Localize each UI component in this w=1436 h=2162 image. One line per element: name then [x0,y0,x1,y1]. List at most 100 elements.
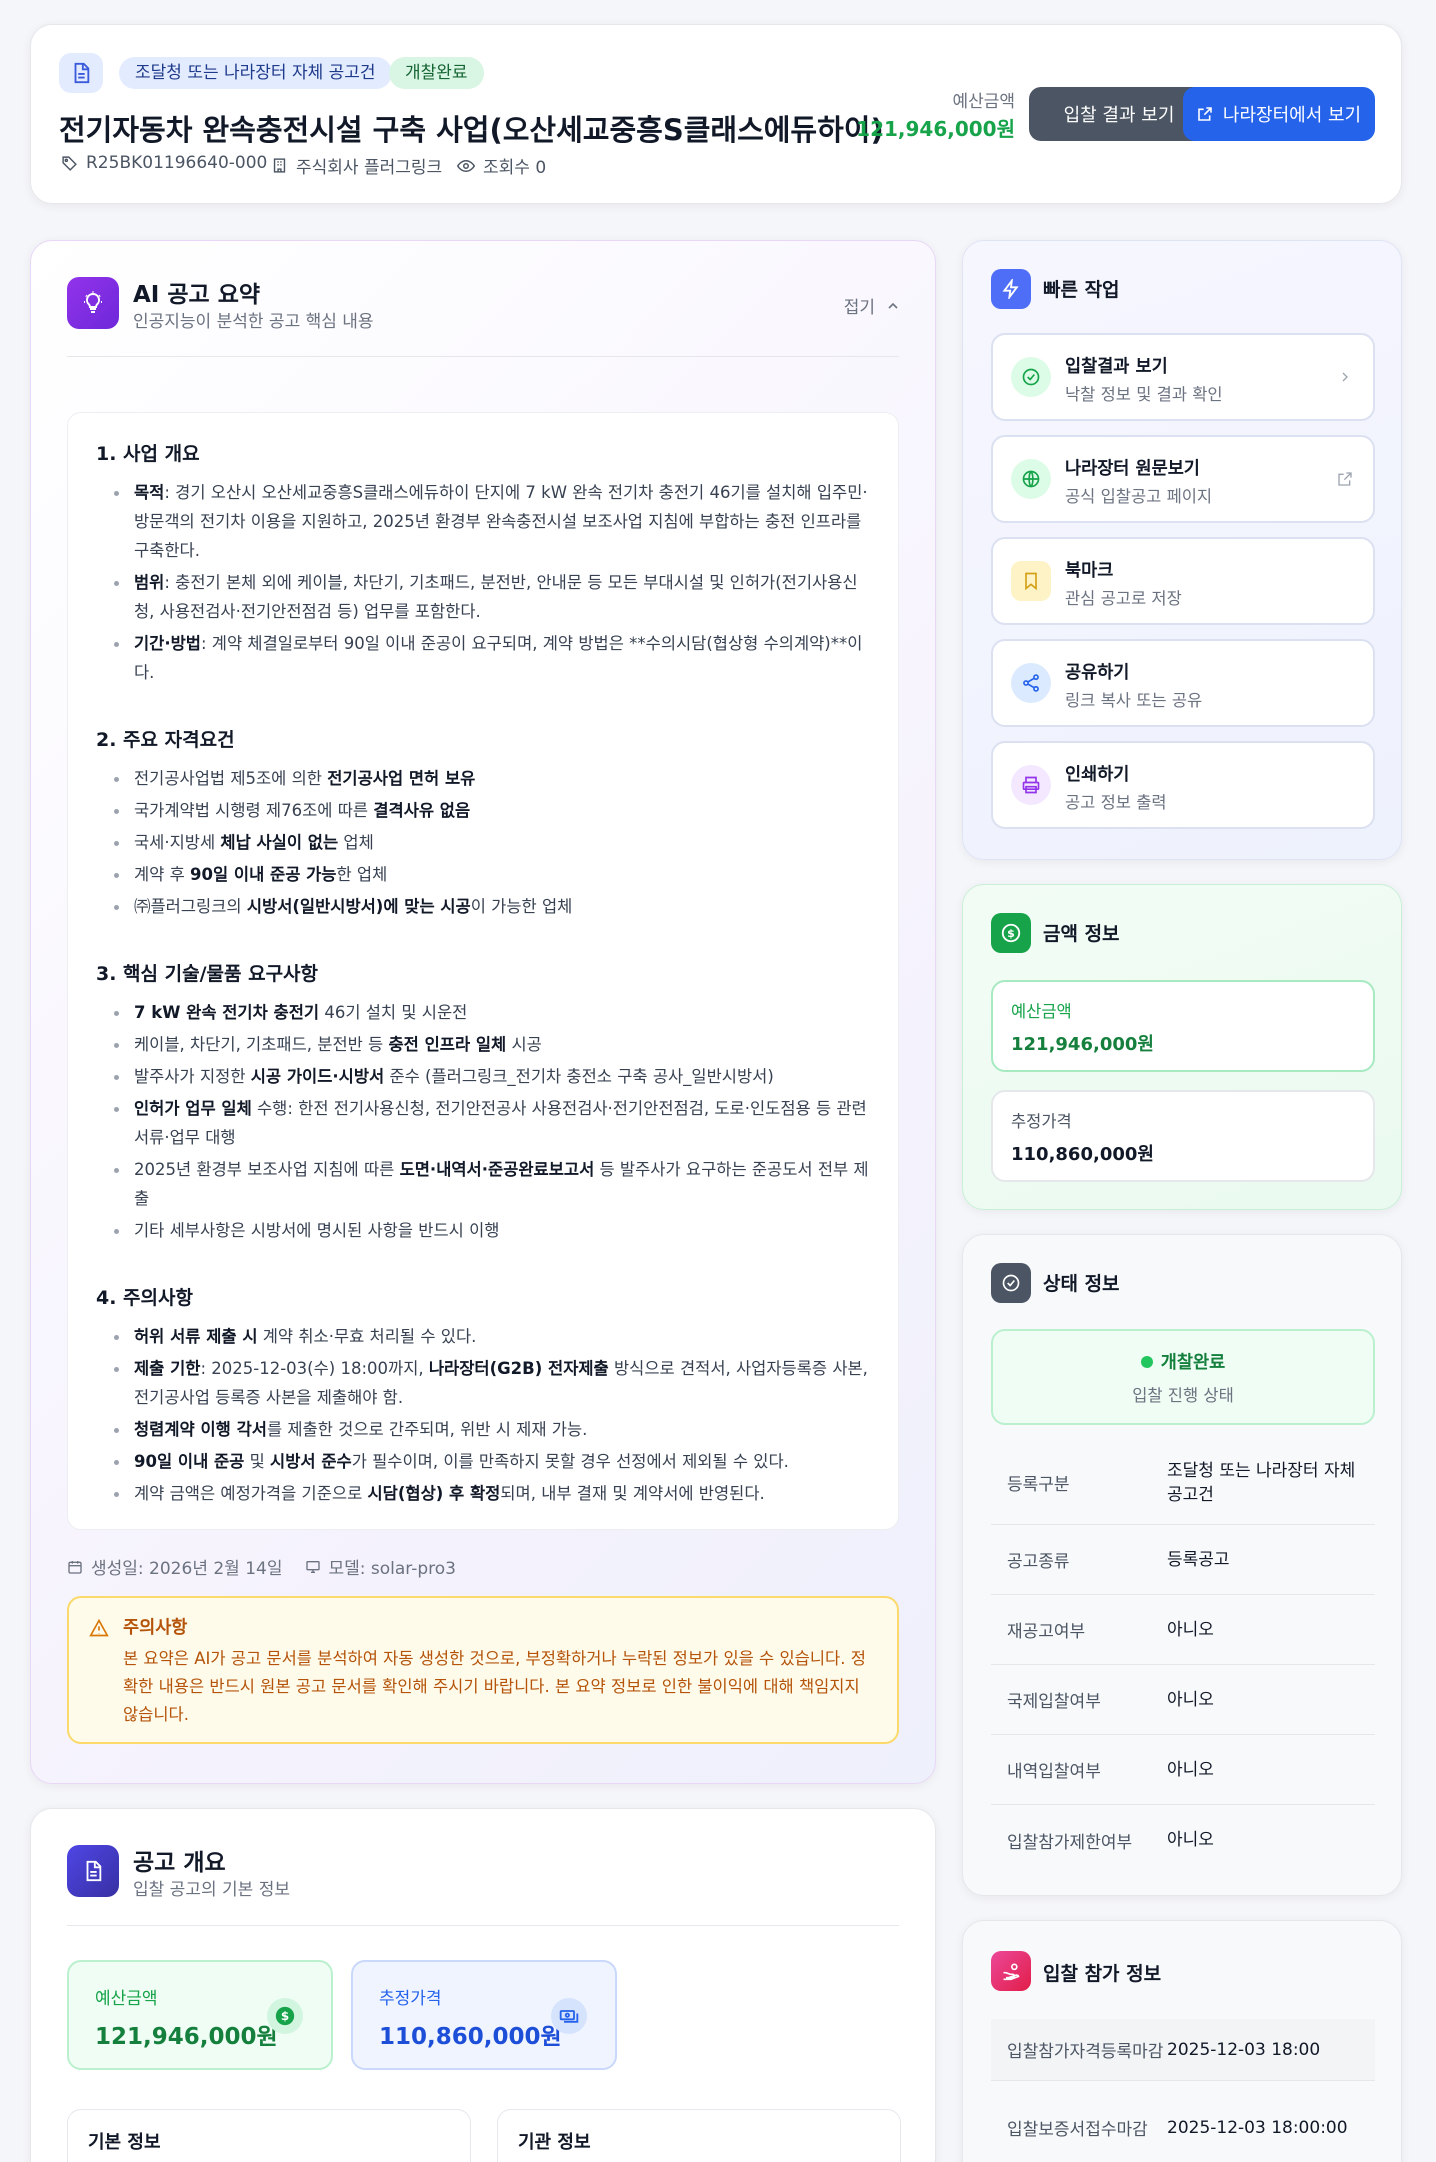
registration-badge: 조달청 또는 나라장터 자체 공고건 [119,57,392,89]
lightbulb-icon [67,277,119,329]
document-icon [59,53,103,93]
list-item: 기타 세부사항은 시방서에 명시된 사항을 반드시 이행 [108,1216,870,1245]
quick-actions-card: 빠른 작업 입찰결과 보기 낙찰 정보 및 결과 확인 나라장터 원문보기 공식… [962,240,1402,860]
warning-icon [89,1618,109,1637]
printer-icon [1011,765,1051,805]
list-item: 발주사가 지정한 시공 가이드·시방서 준수 (플러그링크_전기차 충전소 구축… [108,1062,870,1091]
basic-info-section: 기본 정보 [67,2109,471,2162]
budget-label: 예산금액 [952,92,1015,112]
table-row: 공고종류 등록공고 [991,1525,1375,1595]
globe-icon [1011,459,1051,499]
list-item: 범위: 충전기 본체 외에 케이블, 차단기, 기초패드, 분전반, 안내문 등… [108,568,870,626]
money-info-title: 금액 정보 [1043,923,1120,945]
ai-summary-subtitle: 인공지능이 분석한 공고 핵심 내용 [133,312,374,332]
table-row: 내역입찰여부 아니오 [991,1735,1375,1805]
list-item: 7 kW 완속 전기차 충전기 46기 설치 및 시운전 [108,998,870,1027]
estimated-price: 추정가격 110,860,000원 [991,1090,1375,1182]
share-icon [1011,663,1051,703]
quick-actions-title: 빠른 작업 [1043,279,1120,301]
list-item: 청렴계약 이행 각서를 제출한 것으로 간주되며, 위반 시 제재 가능. [108,1415,870,1444]
divider [67,1925,899,1926]
chevron-right-icon [1342,372,1348,382]
generation-meta: 생성일: 2026년 2월 14일 모델: solar-pro3 [67,1554,456,1579]
list-item: 전기공사업법 제5조에 의한 전기공사업 면허 보유 [108,764,870,793]
quick-g2b-original[interactable]: 나라장터 원문보기 공식 입찰공고 페이지 [991,435,1375,523]
budget-value: 121,946,000원 [856,117,1015,141]
quick-bookmark[interactable]: 북마크 관심 공고로 저장 [991,537,1375,625]
quick-print[interactable]: 인쇄하기 공고 정보 출력 [991,741,1375,829]
quick-bid-result[interactable]: 입찰결과 보기 낙찰 정보 및 결과 확인 [991,333,1375,421]
quick-share[interactable]: 공유하기 링크 복사 또는 공유 [991,639,1375,727]
list-item: 계약 금액은 예정가격을 기준으로 시담(협상) 후 확정되며, 내부 결재 및… [108,1479,870,1508]
notice-number: R25BK01196640-000 [61,153,267,173]
svg-text:$: $ [1007,927,1015,940]
list-item: 인허가 업무 일체 수행: 한전 전기사용신청, 전기안전공사 사용전검사·전기… [108,1094,870,1152]
hand-coins-icon [991,1951,1031,1991]
dollar-icon: $ [267,1998,303,2034]
collapse-toggle[interactable]: 접기 [844,293,901,318]
section-title: 3. 핵심 기술/물품 요구사항 [96,963,319,985]
status-badge: 개찰완료 [389,57,484,89]
divider [67,356,899,357]
svg-text:$: $ [281,2009,289,2023]
table-row: 등록구분 조달청 또는 나라장터 자체 공고건 [991,1441,1375,1525]
list-item: ㈜플러그링크의 시방서(일반시방서)에 맞는 시공이 가능한 업체 [108,892,870,921]
bookmark-icon [1011,561,1051,601]
table-row: 재공고여부 아니오 [991,1595,1375,1665]
list-item: 목적: 경기 오산시 오산세교중흥S클래스에듀하이 단지에 7 kW 완속 전기… [108,478,870,565]
status-info-title: 상태 정보 [1043,1273,1120,1295]
list-item: 국가계약법 시행령 제76조에 따른 결격사유 없음 [108,796,870,825]
chevron-up-icon [888,302,898,309]
dollar-icon: $ [991,913,1031,953]
ai-summary-card: AI 공고 요약 인공지능이 분석한 공고 핵심 내용 접기 1. 사업 개요 … [30,240,936,1784]
section-title: 4. 주의사항 [96,1287,193,1309]
document-icon [67,1845,119,1897]
budget-amount-card: 예산금액 121,946,000원 $ [67,1960,333,2070]
status-info-card: 상태 정보 개찰완료 입찰 진행 상태 등록구분 조달청 또는 나라장터 자체 공… [962,1234,1402,1896]
overview-title: 공고 개요 [133,1850,226,1876]
view-count: 조회수 0 [457,153,546,178]
disclaimer-box: 주의사항 본 요약은 AI가 공고 문서를 분석하여 자동 생성한 것으로, 부… [67,1596,899,1744]
ai-summary-title: AI 공고 요약 [133,282,261,308]
bid-participation-card: 입찰 참가 정보 입찰참가자격등록마감 2025-12-03 18:00 입찰보증… [962,1920,1402,2162]
estimated-price-card: 추정가격 110,860,000원 [351,1960,617,2070]
check-circle-icon [991,1263,1031,1303]
list-item: 허위 서류 제출 시 계약 취소·무효 처리될 수 있다. [108,1322,870,1351]
calendar-icon [68,1560,82,1574]
agency-info-section: 기관 정보 [497,2109,901,2162]
external-link-icon [1338,472,1352,486]
summary-content: 1. 사업 개요 목적: 경기 오산시 오산세교중흥S클래스에듀하이 단지에 7… [67,412,899,1530]
list-item: 90일 이내 준공 및 시방서 준수가 필수이며, 이를 만족하지 못할 경우 … [108,1447,870,1476]
notice-header: 조달청 또는 나라장터 자체 공고건 개찰완료 전기자동차 완속충전시설 구축 … [30,24,1402,204]
monitor-icon [305,1560,320,1573]
bid-participation-title: 입찰 참가 정보 [1043,1963,1162,1985]
list-item: 기간·방법: 계약 체결일로부터 90일 이내 준공이 요구되며, 계약 방법은… [108,629,870,687]
bid-result-button[interactable]: 입찰 결과 보기 [1029,87,1209,141]
section-title: 2. 주요 자격요건 [96,729,235,751]
organization: 주식회사 플러그링크 [271,153,442,178]
status-dot [1140,1355,1153,1368]
list-item: 계약 후 90일 이내 준공 가능한 업체 [108,860,870,889]
table-row: 입찰참가제한여부 아니오 [1007,1830,1214,1853]
tag-icon [62,155,77,171]
external-link-icon [1198,107,1212,121]
page-title: 전기자동차 완속충전시설 구축 사업(오산세교중흥S클래스에듀하이) [59,113,884,147]
list-item: 케이블, 차단기, 기초패드, 분전반 등 충전 인프라 일체 시공 [108,1030,870,1059]
bid-status-box: 개찰완료 입찰 진행 상태 [991,1329,1375,1425]
section-title: 1. 사업 개요 [96,443,200,465]
disclaimer-body: 본 요약은 AI가 공고 문서를 분석하여 자동 생성한 것으로, 부정확하거나… [123,1649,866,1724]
overview-card: 공고 개요 입찰 공고의 기본 정보 예산금액 121,946,000원 $ 추… [30,1808,936,2162]
building-icon [273,158,286,173]
list-item: 국세·지방세 체납 사실이 없는 업체 [108,828,870,857]
view-g2b-button[interactable]: 나라장터에서 보기 [1183,87,1375,141]
list-item: 제출 기한: 2025-12-03(수) 18:00까지, 나라장터(G2B) … [108,1354,870,1412]
table-row: 입찰참가자격등록마감 2025-12-03 18:00 [991,2019,1375,2081]
disclaimer-title: 주의사항 [123,1618,188,1638]
lightning-icon [991,269,1031,309]
check-circle-icon [1011,357,1051,397]
cash-icon [551,1998,587,2034]
budget-amount: 예산금액 121,946,000원 [991,980,1375,1072]
list-item: 2025년 환경부 보조사업 지침에 따른 도면·내역서·준공완료보고서 등 발… [108,1155,870,1213]
table-row: 입찰보증서접수마감 2025-12-03 18:00:00 [991,2093,1375,2162]
table-row: 국제입찰여부 아니오 [991,1665,1375,1735]
